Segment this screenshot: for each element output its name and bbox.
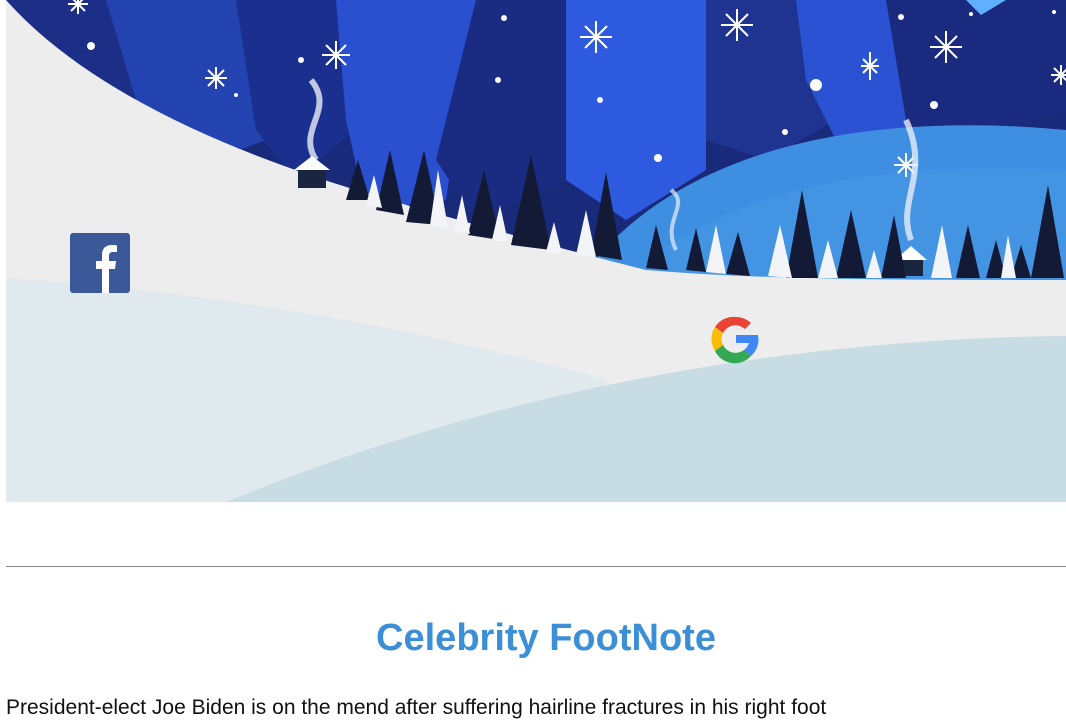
google-icon: [711, 316, 759, 364]
winter-scene-illustration: [6, 0, 1066, 502]
google-link[interactable]: [704, 309, 768, 369]
winter-banner: [6, 0, 1066, 502]
section-title: Celebrity FootNote: [376, 617, 716, 659]
section-divider: [6, 566, 1066, 567]
facebook-link[interactable]: [70, 233, 130, 293]
facebook-icon: [70, 233, 130, 293]
